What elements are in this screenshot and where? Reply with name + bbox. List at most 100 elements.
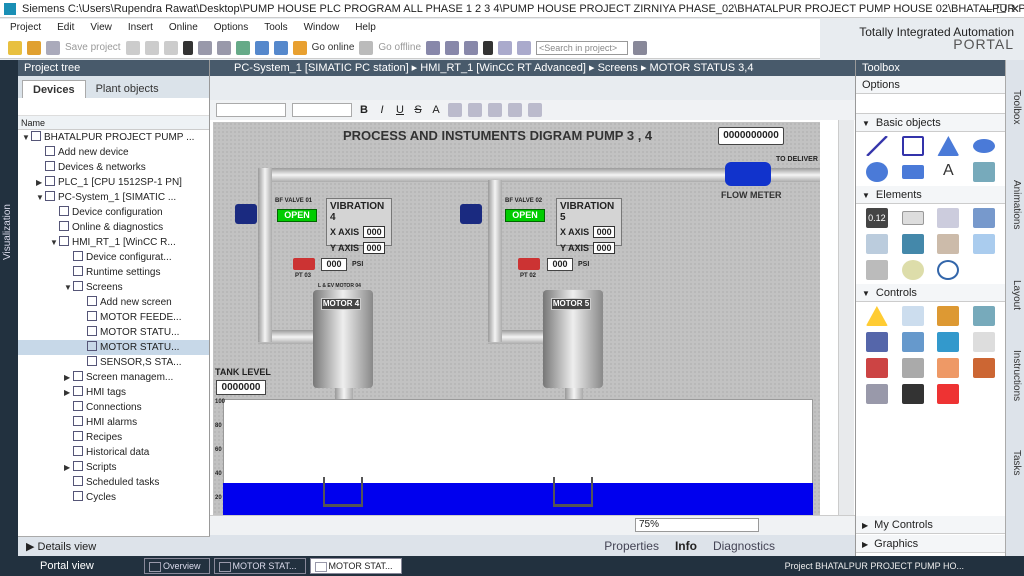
tree-expander-icon[interactable]: ▼ <box>36 190 45 205</box>
pump-4-bowl[interactable] <box>323 477 363 507</box>
plc-code-icon[interactable] <box>901 358 924 378</box>
tree-item[interactable]: ▼ PC-System_1 [SIMATIC ... <box>18 190 209 205</box>
bring-to-front-icon[interactable] <box>508 103 522 117</box>
sm-icon[interactable] <box>937 332 960 352</box>
tree-expander-icon[interactable]: ▼ <box>50 235 59 250</box>
tree-item[interactable]: ▼ Screens <box>18 280 209 295</box>
hmi-screen[interactable]: PROCESS AND INSTUMENTS DIGRAM PUMP 3 , 4… <box>213 122 820 515</box>
italic-button[interactable]: I <box>376 104 388 116</box>
pt03-value[interactable]: 000 <box>321 258 347 271</box>
tree-expander-icon[interactable]: ▼ <box>64 280 73 295</box>
stop-simulation-icon[interactable] <box>464 40 479 55</box>
tank-level-value[interactable]: 0000000 <box>216 380 266 395</box>
cut-icon[interactable] <box>125 40 140 55</box>
io-field-icon[interactable]: 0.12 <box>865 208 888 228</box>
upload-icon[interactable] <box>273 40 288 55</box>
tree-item[interactable]: HMI alarms <box>18 415 209 430</box>
pump-5-bowl[interactable] <box>553 477 593 507</box>
menu-project[interactable]: Project <box>10 22 41 33</box>
valve-02-status[interactable]: OPEN <box>505 209 545 222</box>
section-my-controls[interactable]: ▶ My Controls <box>856 516 1005 534</box>
circle-tool-icon[interactable] <box>865 162 888 182</box>
section-options[interactable]: Options <box>856 76 1005 94</box>
tab-animations[interactable]: Animations <box>1011 180 1022 229</box>
tab-devices[interactable]: Devices <box>22 80 86 98</box>
redo-icon[interactable] <box>216 40 231 55</box>
rectangle-tool-icon[interactable] <box>901 165 924 179</box>
vib5-x-value[interactable]: 000 <box>593 226 616 238</box>
go-online-icon[interactable] <box>292 40 307 55</box>
tree-item[interactable]: ▼ BHATALPUR PROJECT PUMP ... <box>18 130 209 145</box>
menu-window[interactable]: Window <box>304 22 340 33</box>
project-search-input[interactable]: <Search in project> <box>536 40 629 55</box>
menu-online[interactable]: Online <box>169 22 198 33</box>
align-center-icon[interactable] <box>468 103 482 117</box>
tab-diagnostics[interactable]: Diagnostics <box>713 539 775 553</box>
polygon-tool-icon[interactable] <box>937 136 960 156</box>
alarm-view-icon[interactable] <box>865 306 888 326</box>
bf-valve-02-icon[interactable] <box>460 204 482 224</box>
fx-view-icon[interactable] <box>973 332 996 352</box>
paste-icon[interactable] <box>163 40 178 55</box>
symbol-library-icon[interactable] <box>973 234 996 254</box>
copy-icon[interactable] <box>144 40 159 55</box>
editor-vertical-scrollbar[interactable] <box>838 120 854 515</box>
vibration-5-panel[interactable]: VIBRATION 5 X AXIS 000 Y AXIS 000 <box>556 198 622 254</box>
tree-item[interactable]: Add new screen <box>18 295 209 310</box>
tree-item[interactable]: Runtime settings <box>18 265 209 280</box>
symbolic-io-icon[interactable] <box>937 208 960 228</box>
polyline-tool-icon[interactable] <box>901 136 924 156</box>
save-project-button[interactable]: Save project <box>65 42 121 53</box>
vib4-x-value[interactable]: 000 <box>363 226 386 238</box>
tree-item[interactable]: MOTOR FEEDE... <box>18 310 209 325</box>
tree-expander-icon[interactable]: ▶ <box>64 460 73 475</box>
section-graphics[interactable]: ▶ Graphics <box>856 535 1005 553</box>
screen-title[interactable]: PROCESS AND INSTUMENTS DIGRAM PUMP 3 , 4 <box>343 128 652 143</box>
tree-item[interactable]: ▶ HMI tags <box>18 385 209 400</box>
tree-item[interactable]: Historical data <box>18 445 209 460</box>
valve-01-status[interactable]: OPEN <box>277 209 317 222</box>
graphic-io-icon[interactable] <box>973 208 996 228</box>
menu-view[interactable]: View <box>90 22 112 33</box>
pt02-value[interactable]: 000 <box>547 258 573 271</box>
menu-options[interactable]: Options <box>214 22 248 33</box>
menu-tools[interactable]: Tools <box>264 22 287 33</box>
tree-item[interactable]: Scheduled tasks <box>18 475 209 490</box>
tab-layout[interactable]: Layout <box>1011 280 1022 310</box>
bar-icon[interactable] <box>901 234 924 254</box>
search-icon[interactable] <box>633 40 648 55</box>
tree-item[interactable]: ▼ HMI_RT_1 [WinCC R... <box>18 235 209 250</box>
task-motor-status-2[interactable]: MOTOR STAT... <box>309 558 402 574</box>
save-icon[interactable] <box>46 40 60 55</box>
user-view-icon[interactable] <box>937 306 960 326</box>
go-offline-button[interactable]: Go offline <box>378 42 421 53</box>
tree-expander-icon[interactable]: ▶ <box>36 175 45 190</box>
status-force-icon[interactable] <box>901 332 924 352</box>
split-editor-icon[interactable] <box>498 40 513 55</box>
download-icon[interactable] <box>254 40 269 55</box>
go-offline-icon[interactable] <box>359 40 374 55</box>
recipe-view-icon[interactable] <box>865 332 888 352</box>
details-view-header[interactable]: ▶ Details view <box>18 536 210 556</box>
menu-insert[interactable]: Insert <box>128 22 153 33</box>
riser-pipe-5[interactable] <box>488 180 502 300</box>
date-time-field-icon[interactable] <box>865 234 888 254</box>
pdf-view-icon[interactable] <box>937 384 960 404</box>
menu-edit[interactable]: Edit <box>57 22 74 33</box>
flow-meter-icon[interactable] <box>725 162 771 186</box>
underline-button[interactable]: U <box>394 104 406 116</box>
close-icon[interactable] <box>483 40 494 55</box>
tab-plant-objects[interactable]: Plant objects <box>86 80 169 98</box>
portal-view-button[interactable]: Portal view <box>0 560 140 572</box>
new-project-icon[interactable] <box>8 40 22 55</box>
tab-properties[interactable]: Properties <box>604 539 659 553</box>
tree-item[interactable]: Devices & networks <box>18 160 209 175</box>
pressure-transmitter-03-icon[interactable] <box>293 258 315 270</box>
section-controls[interactable]: ▼ Controls <box>856 284 1005 302</box>
flow-display[interactable]: 0000000000 <box>718 127 784 145</box>
undo-icon[interactable] <box>197 40 212 55</box>
tree-item[interactable]: Online & diagnostics <box>18 220 209 235</box>
bold-button[interactable]: B <box>358 104 370 116</box>
tree-expander-icon[interactable]: ▼ <box>22 130 31 145</box>
tree-item[interactable]: Recipes <box>18 430 209 445</box>
